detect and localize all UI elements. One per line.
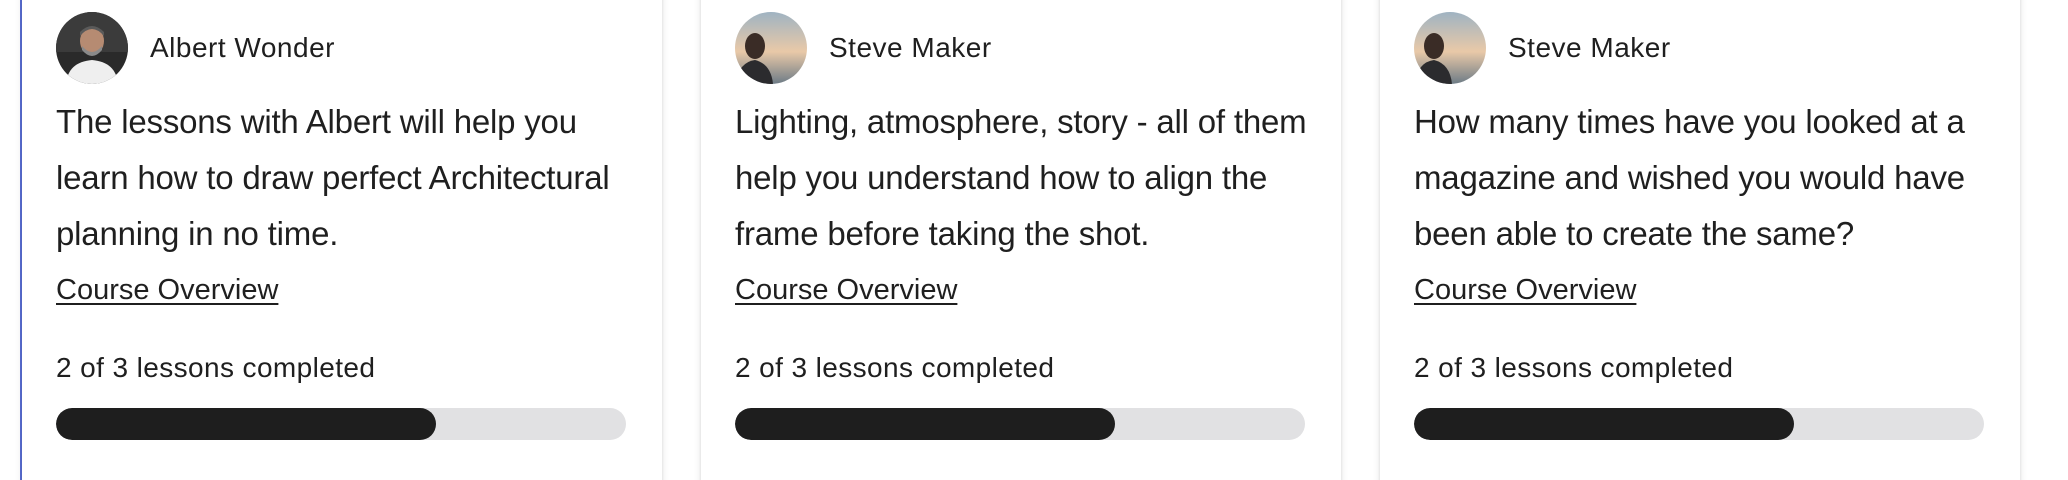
course-list: Albert Wonder The lessons with Albert wi… [0,0,2068,480]
progress-bar-fill [735,408,1116,440]
course-description: How many times have you looked at a maga… [1414,103,1965,252]
course-author: Steve Maker [735,12,992,84]
progress-bar [56,408,626,440]
avatar-albert [56,12,128,84]
person-portrait-icon [56,12,128,84]
progress-bar-fill [1414,408,1795,440]
progress-bar [1414,408,1984,440]
person-portrait-icon [1414,12,1486,84]
progress-label: 2 of 3 lessons completed [735,352,1055,383]
course-overview-link[interactable]: Course Overview [1414,274,1636,307]
course-card: Steve Maker Lighting, atmosphere, story … [701,0,1341,480]
author-name: Steve Maker [829,32,992,63]
person-portrait-icon [735,12,807,84]
course-author: Steve Maker [1414,12,1671,84]
author-name: Albert Wonder [150,32,335,63]
course-card: Steve Maker How many times have you look… [1380,0,2020,480]
avatar-steve [735,12,807,84]
course-overview-link[interactable]: Course Overview [56,274,278,307]
course-overview-link[interactable]: Course Overview [735,274,957,307]
progress-label: 2 of 3 lessons completed [1414,352,1734,383]
progress-label: 2 of 3 lessons completed [56,352,376,383]
avatar-steve [1414,12,1486,84]
course-description: Lighting, atmosphere, story - all of the… [735,103,1307,252]
course-author: Albert Wonder [56,12,335,84]
course-card: Albert Wonder The lessons with Albert wi… [22,0,662,480]
author-name: Steve Maker [1508,32,1671,63]
progress-bar [735,408,1305,440]
progress-bar-fill [56,408,437,440]
course-description: The lessons with Albert will help you le… [56,103,610,252]
